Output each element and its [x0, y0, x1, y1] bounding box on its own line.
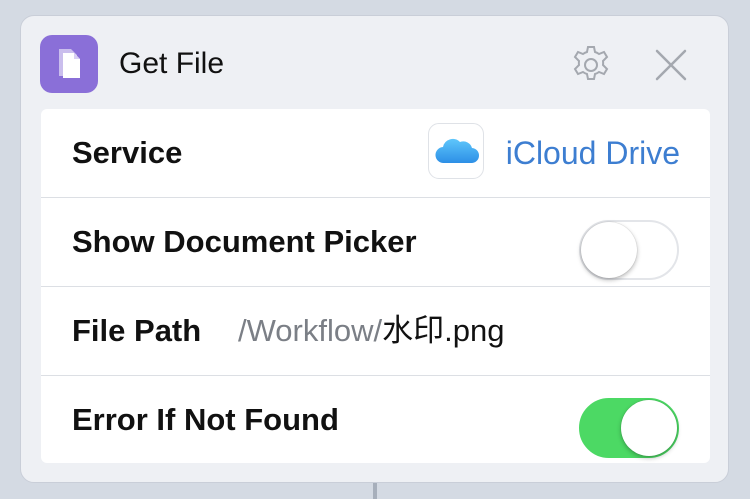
- icloud-icon: [428, 123, 484, 179]
- file-path-row: File Path /Workflow/水印.png: [41, 287, 710, 375]
- service-label: Service: [72, 135, 183, 170]
- toggle-knob: [621, 400, 677, 456]
- file-path-field[interactable]: /Workflow/水印.png: [238, 312, 504, 350]
- action-title: Get File: [119, 47, 225, 80]
- error-if-not-found-label: Error If Not Found: [72, 402, 339, 437]
- file-path-folder: /Workflow/: [238, 313, 383, 348]
- parameters-panel: Service iCloud Drive Show Document Picke…: [41, 109, 710, 463]
- service-value[interactable]: iCloud Drive: [506, 134, 680, 172]
- file-path-label: File Path: [72, 313, 202, 348]
- show-picker-row: Show Document Picker: [41, 198, 710, 286]
- error-if-not-found-row: Error If Not Found: [41, 376, 710, 463]
- gear-icon[interactable]: [569, 43, 613, 87]
- toggle-knob: [581, 222, 637, 278]
- error-if-not-found-toggle[interactable]: [579, 398, 679, 458]
- file-path-filename: 水印.png: [382, 313, 505, 348]
- action-header: Get File: [21, 16, 728, 110]
- show-picker-label: Show Document Picker: [72, 224, 417, 259]
- service-row[interactable]: Service iCloud Drive: [41, 109, 710, 197]
- action-card: Get File Service iCloud Drive Show Docum…: [20, 15, 729, 483]
- close-icon[interactable]: [649, 43, 693, 87]
- document-icon: [40, 35, 98, 93]
- show-picker-toggle[interactable]: [579, 220, 679, 280]
